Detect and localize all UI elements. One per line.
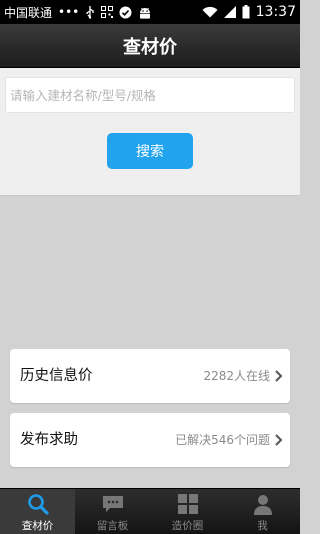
page-title: 查材价 — [123, 36, 177, 58]
grid-icon — [177, 494, 198, 514]
online-count: 2282人在线 — [203, 369, 270, 383]
check-circle-icon — [119, 6, 132, 19]
solved-count: 已解决546个问题 — [175, 433, 270, 447]
tab-label: 造价圈 — [171, 520, 204, 532]
search-icon — [27, 494, 49, 515]
android-icon — [138, 6, 152, 19]
qr-code-icon — [101, 6, 114, 18]
usb-icon — [85, 5, 95, 19]
notification-dots: ••• — [58, 5, 80, 19]
wifi-icon — [202, 6, 218, 18]
post-help-label: 发布求助 — [20, 432, 78, 448]
bottom-tab-bar: 查材价 留言板 造价圈 我 — [0, 488, 300, 534]
message-icon — [102, 496, 123, 512]
search-input[interactable] — [5, 77, 295, 113]
status-right: 13:37 — [202, 0, 296, 24]
chevron-right-icon — [275, 434, 283, 446]
search-panel: 搜索 — [0, 68, 300, 196]
tab-me[interactable]: 我 — [225, 489, 300, 534]
history-price-item[interactable]: 历史信息价 2282人在线 — [10, 349, 290, 403]
tab-message-board[interactable]: 留言板 — [75, 489, 150, 534]
tab-price-search[interactable]: 查材价 — [0, 489, 75, 534]
carrier-name: 中国联通 — [4, 5, 53, 20]
status-left: 中国联通 ••• — [4, 0, 152, 24]
tab-label: 查材价 — [21, 520, 54, 532]
history-price-label: 历史信息价 — [20, 368, 93, 384]
tab-label: 我 — [257, 520, 268, 532]
chevron-right-icon — [275, 370, 283, 382]
tab-cost-circle[interactable]: 造价圈 — [150, 489, 225, 534]
search-button[interactable]: 搜索 — [107, 133, 193, 169]
clock: 13:37 — [255, 4, 296, 20]
title-bar: 查材价 — [0, 24, 300, 68]
status-bar: 中国联通 ••• 13:37 — [0, 0, 300, 24]
signal-icon — [223, 6, 236, 18]
tab-label: 留言板 — [96, 520, 129, 532]
post-help-item[interactable]: 发布求助 已解决546个问题 — [10, 413, 290, 467]
battery-icon — [242, 5, 250, 19]
user-icon — [253, 495, 272, 515]
